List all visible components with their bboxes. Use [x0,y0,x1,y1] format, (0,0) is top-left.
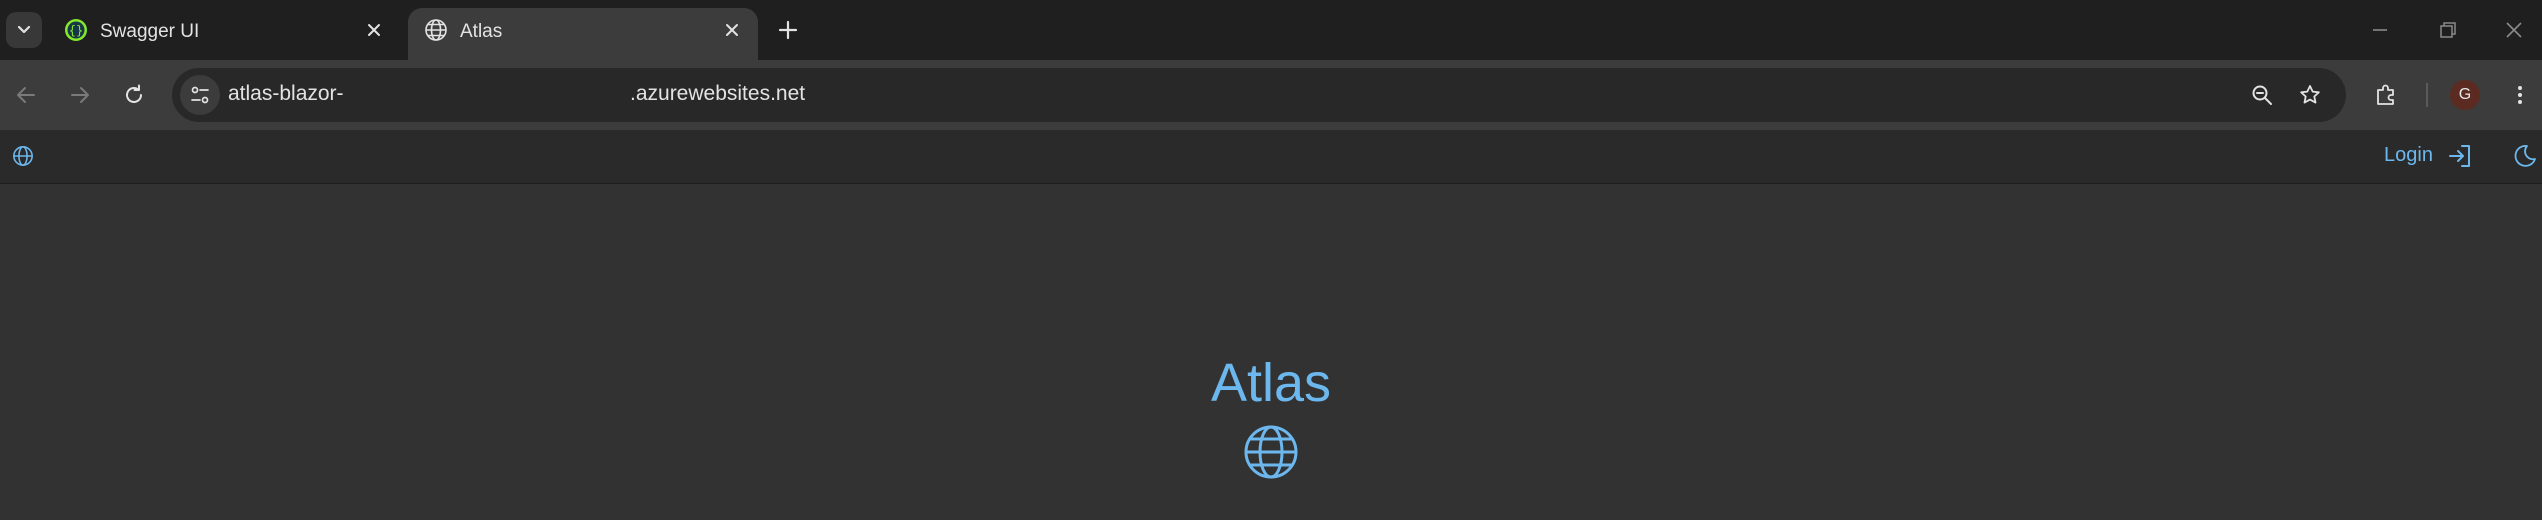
app-header: Login [0,130,2542,184]
globe-icon [425,19,447,41]
svg-text:{}: {} [69,24,83,38]
zoom-button[interactable] [2246,79,2278,111]
url-text: atlas-blazor- [228,82,344,105]
globe-icon [1244,425,1298,479]
close-tab-button[interactable] [360,16,388,44]
puzzle-icon [2377,84,2394,105]
new-tab-button[interactable] [772,14,804,46]
tab-swagger-ui[interactable]: {} Swagger UI [48,8,400,60]
zoom-out-icon [2252,85,2272,105]
login-link[interactable]: Login [2384,144,2433,167]
bookmark-button[interactable] [2294,79,2326,111]
extensions-button[interactable] [2368,77,2404,113]
address-bar[interactable]: atlas-blazor- .azurewebsites.net [172,68,2346,122]
tab-search-button[interactable] [6,12,42,48]
swagger-icon: {} [65,19,87,41]
close-icon [2506,22,2522,38]
tab-title: Swagger UI [100,21,200,42]
kebab-menu-icon [2518,86,2522,104]
chevron-down-icon [17,25,31,34]
login-icon[interactable] [2446,142,2474,170]
arrow-right-icon [71,87,89,103]
reload-button[interactable] [116,77,152,113]
site-info-button[interactable] [180,75,220,115]
close-icon [726,24,738,36]
browser-toolbar: atlas-blazor- .azurewebsites.net G [0,60,2542,130]
restore-button[interactable] [2432,14,2464,46]
close-icon [368,24,380,36]
moon-icon[interactable] [2512,143,2538,169]
tab-atlas[interactable]: Atlas [408,8,758,60]
forward-button[interactable] [62,77,98,113]
url-domain-text: .azurewebsites.net [630,82,806,105]
page-title: Atlas [1210,353,1332,413]
restore-icon [2440,22,2456,38]
close-tab-button[interactable] [718,16,746,44]
browser-menu-button[interactable] [2502,77,2538,113]
tab-title: Atlas [460,21,503,42]
globe-icon[interactable] [12,145,34,167]
star-icon [2300,85,2320,104]
reload-icon [126,84,142,103]
minimize-button[interactable] [2364,14,2396,46]
plus-icon [778,20,798,40]
toolbar-divider [2426,83,2428,107]
back-button[interactable] [8,77,44,113]
profile-avatar[interactable]: G [2450,80,2480,110]
browser-tab-strip: {} Swagger UI Atlas [0,0,2542,60]
tune-icon [191,86,209,104]
arrow-left-icon [17,87,35,103]
close-window-button[interactable] [2498,14,2530,46]
minimize-icon [2373,29,2387,31]
